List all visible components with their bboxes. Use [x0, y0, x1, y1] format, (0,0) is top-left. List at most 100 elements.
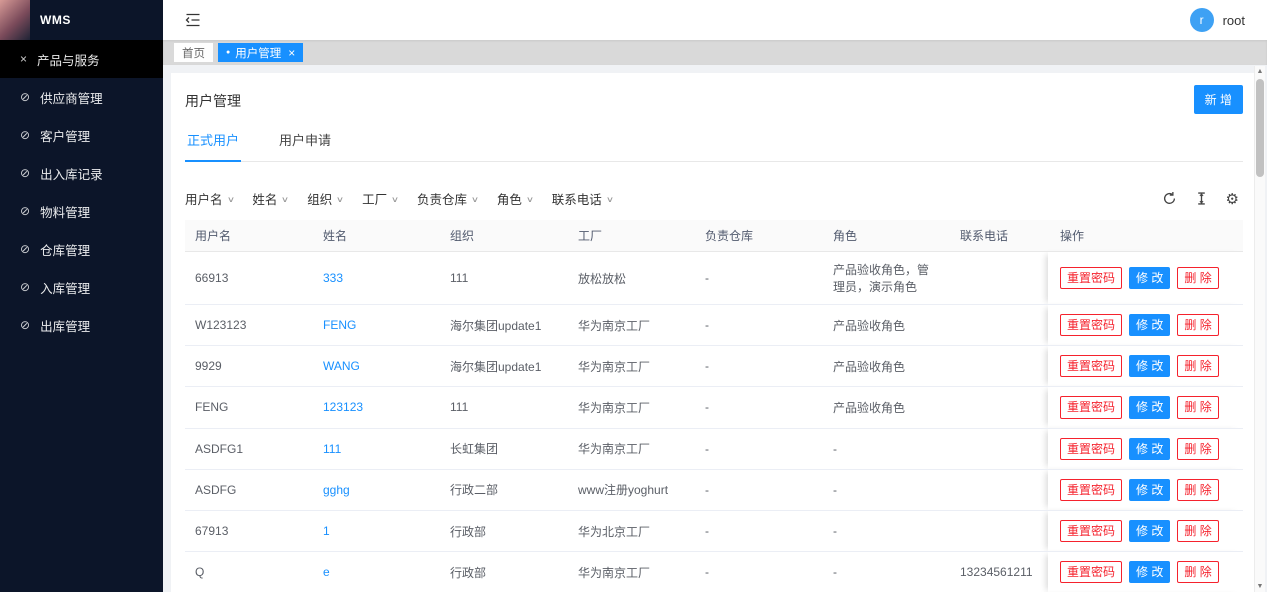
- collapse-menu-icon[interactable]: [185, 12, 201, 28]
- reset-password-button[interactable]: 重置密码: [1060, 267, 1122, 289]
- cell-factory: www注册yoghurt: [568, 469, 695, 510]
- edit-button[interactable]: 修 改: [1129, 396, 1170, 418]
- filter-dropdown[interactable]: 姓名∨: [252, 189, 288, 208]
- nav-tab[interactable]: 首页: [174, 43, 213, 62]
- sidebar-item-label: 出入库记录: [40, 164, 103, 183]
- cell-username: W123123: [185, 305, 313, 346]
- delete-button[interactable]: 删 除: [1177, 355, 1218, 377]
- filter-dropdown[interactable]: 用户名∨: [185, 189, 233, 208]
- delete-button[interactable]: 删 除: [1177, 561, 1218, 583]
- filter-dropdown[interactable]: 联系电话∨: [552, 189, 613, 208]
- sidebar-item[interactable]: ⊘出入库记录: [0, 154, 163, 192]
- user-name-link[interactable]: 1: [323, 524, 330, 538]
- settings-icon[interactable]: ⚙: [1226, 190, 1239, 208]
- cell-phone: 13234561211: [950, 552, 1048, 592]
- sidebar-item[interactable]: ⊘入库管理: [0, 268, 163, 306]
- edit-button[interactable]: 修 改: [1129, 267, 1170, 289]
- content-area: 用户管理 新 增 正式用户用户申请 用户名∨姓名∨组织∨工厂∨负责仓库∨角色∨联…: [163, 65, 1267, 592]
- filter-dropdown[interactable]: 组织∨: [307, 189, 343, 208]
- delete-button[interactable]: 删 除: [1177, 396, 1218, 418]
- cell-name: gghg: [313, 469, 440, 510]
- sidebar-item-label: 入库管理: [40, 278, 90, 297]
- reset-password-button[interactable]: 重置密码: [1060, 561, 1122, 583]
- view-tab[interactable]: 用户申请: [277, 124, 333, 161]
- scroll-down-icon[interactable]: ▼: [1255, 583, 1265, 590]
- edit-button[interactable]: 修 改: [1129, 438, 1170, 460]
- delete-button[interactable]: 删 除: [1177, 520, 1218, 542]
- cell-org: 111: [440, 387, 568, 428]
- filter-dropdown[interactable]: 工厂∨: [362, 189, 398, 208]
- scrollbar-thumb[interactable]: [1256, 79, 1264, 177]
- tag-icon: ⊘: [20, 128, 30, 142]
- cell-factory: 华为南京工厂: [568, 428, 695, 469]
- reset-password-button[interactable]: 重置密码: [1060, 520, 1122, 542]
- cell-phone: [950, 252, 1048, 305]
- refresh-icon[interactable]: [1162, 191, 1177, 206]
- user-name-link[interactable]: e: [323, 565, 330, 579]
- cell-role: 产品验收角色: [823, 346, 950, 387]
- close-icon[interactable]: ×: [288, 47, 295, 59]
- edit-button[interactable]: 修 改: [1129, 314, 1170, 336]
- user-table: 用户名姓名组织工厂负责仓库角色联系电话操作 66913333111放松放松-产品…: [185, 220, 1243, 592]
- cell-phone: [950, 469, 1048, 510]
- sidebar-item[interactable]: ×产品与服务: [0, 40, 163, 78]
- sidebar-item[interactable]: ⊘物料管理: [0, 192, 163, 230]
- user-table-body: 66913333111放松放松-产品验收角色，管理员，演示角色重置密码修 改删 …: [185, 252, 1243, 592]
- sidebar-item[interactable]: ⊘ 客户管理: [0, 116, 163, 154]
- user-name-link[interactable]: 123123: [323, 400, 363, 414]
- cell-name: 333: [313, 252, 440, 305]
- tag-icon: ⊘: [20, 90, 30, 104]
- user-name-link[interactable]: gghg: [323, 483, 350, 497]
- sidebar-item-label: 仓库管理: [40, 240, 90, 259]
- nav-tab[interactable]: ●用户管理×: [218, 43, 303, 62]
- delete-button[interactable]: 删 除: [1177, 479, 1218, 501]
- column-header: 负责仓库: [695, 220, 823, 252]
- filter-dropdown[interactable]: 角色∨: [497, 189, 533, 208]
- username-label: root: [1223, 13, 1245, 28]
- column-header: 操作: [1048, 220, 1243, 252]
- reset-password-button[interactable]: 重置密码: [1060, 314, 1122, 336]
- table-row: 679131行政部华为北京工厂--重置密码修 改删 除: [185, 510, 1243, 551]
- table-row: ASDFGgghg行政二部www注册yoghurt--重置密码修 改删 除: [185, 469, 1243, 510]
- user-name-link[interactable]: WANG: [323, 359, 360, 373]
- delete-button[interactable]: 删 除: [1177, 438, 1218, 460]
- cell-actions: 重置密码修 改删 除: [1048, 346, 1243, 387]
- sidebar-item[interactable]: ⊘供应商管理: [0, 78, 163, 116]
- sidebar-item-label: 出库管理: [40, 316, 90, 335]
- view-tab[interactable]: 正式用户: [185, 124, 241, 161]
- add-user-button[interactable]: 新 增: [1194, 85, 1243, 114]
- filter-dropdown[interactable]: 负责仓库∨: [417, 189, 478, 208]
- reset-password-button[interactable]: 重置密码: [1060, 438, 1122, 460]
- user-menu[interactable]: r root: [1190, 8, 1245, 32]
- chevron-down-icon: ∨: [226, 193, 234, 204]
- reset-password-button[interactable]: 重置密码: [1060, 479, 1122, 501]
- delete-button[interactable]: 删 除: [1177, 267, 1218, 289]
- vertical-scrollbar[interactable]: ▲ ▼: [1254, 66, 1265, 592]
- cell-warehouse: -: [695, 387, 823, 428]
- edit-button[interactable]: 修 改: [1129, 479, 1170, 501]
- cell-phone: [950, 428, 1048, 469]
- cell-username: Q: [185, 552, 313, 592]
- scroll-up-icon[interactable]: ▲: [1255, 68, 1265, 75]
- edit-button[interactable]: 修 改: [1129, 561, 1170, 583]
- sidebar-item[interactable]: ⊘仓库管理: [0, 230, 163, 268]
- filter-label: 组织: [307, 189, 332, 208]
- filter-label: 工厂: [362, 189, 387, 208]
- user-avatar[interactable]: r: [1190, 8, 1214, 32]
- user-name-link[interactable]: 333: [323, 271, 343, 285]
- column-height-icon[interactable]: [1194, 191, 1209, 206]
- edit-button[interactable]: 修 改: [1129, 520, 1170, 542]
- edit-button[interactable]: 修 改: [1129, 355, 1170, 377]
- sidebar-item[interactable]: ⊘出库管理: [0, 306, 163, 344]
- sidebar-item-label: 客户管理: [40, 126, 90, 145]
- cell-username: ASDFG1: [185, 428, 313, 469]
- cell-name: 111: [313, 428, 440, 469]
- delete-button[interactable]: 删 除: [1177, 314, 1218, 336]
- table-row: 9929WANG海尔集团update1华为南京工厂-产品验收角色重置密码修 改删…: [185, 346, 1243, 387]
- user-name-link[interactable]: FENG: [323, 318, 356, 332]
- reset-password-button[interactable]: 重置密码: [1060, 396, 1122, 418]
- column-header: 联系电话: [950, 220, 1048, 252]
- reset-password-button[interactable]: 重置密码: [1060, 355, 1122, 377]
- user-name-link[interactable]: 111: [323, 442, 341, 456]
- cell-actions: 重置密码修 改删 除: [1048, 469, 1243, 510]
